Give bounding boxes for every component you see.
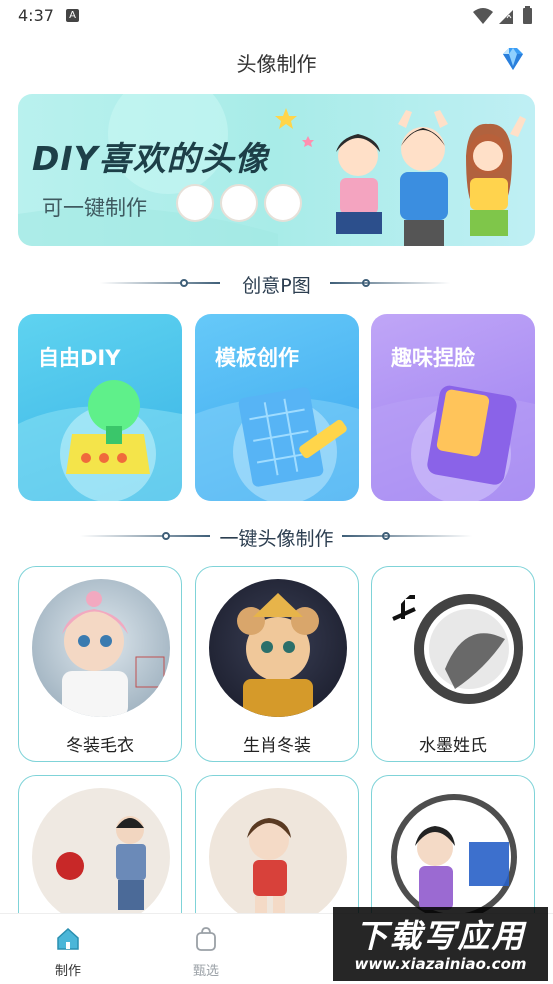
section-header-creative: 创意P图 — [0, 269, 553, 297]
bag-icon — [196, 927, 216, 951]
nav-item-select[interactable]: 甄选 — [166, 926, 246, 979]
template-card[interactable]: 生肖冬装 — [195, 566, 359, 762]
status-bar: 4:37 A — [0, 0, 553, 32]
template-image-4 — [32, 788, 170, 926]
nav-label-make: 制作 — [54, 964, 81, 979]
sample-avatar-1 — [176, 184, 214, 222]
page-title: 头像制作 — [236, 52, 317, 76]
banner-title: DIY喜欢的头像 — [32, 139, 269, 178]
section-title-creative: 创意P图 — [242, 275, 311, 297]
home-icon — [57, 927, 79, 950]
title-bar: 头像制作 — [0, 40, 553, 84]
promo-banner[interactable]: DIY喜欢的头像 可一键制作 — [18, 94, 535, 246]
watermark-url: www.xiazainiao.com — [354, 955, 527, 973]
notification-icon: A — [66, 9, 79, 22]
feature-label: 自由DIY — [38, 346, 121, 370]
feature-card-template[interactable]: 模板创作 — [195, 314, 359, 501]
template-card[interactable]: 水墨姓氏 — [371, 566, 535, 762]
template-image-sweater — [32, 579, 170, 717]
sample-avatar-2 — [220, 184, 258, 222]
kids-illustration — [336, 110, 526, 246]
template-label: 水墨姓氏 — [419, 736, 487, 756]
feature-card-face[interactable]: 趣味捏脸 — [371, 314, 535, 501]
diamond-icon[interactable] — [497, 44, 529, 76]
template-image-zodiac — [209, 579, 347, 717]
nav-label-select: 甄选 — [192, 964, 219, 979]
nav-item-make[interactable]: 制作 — [28, 926, 108, 979]
template-card[interactable]: 冬装毛衣 — [18, 566, 182, 762]
feature-card-free-diy[interactable]: 自由DIY — [18, 314, 182, 501]
template-image-6 — [385, 788, 523, 926]
feature-label: 趣味捏脸 — [391, 346, 475, 370]
template-label: 冬装毛衣 — [66, 736, 134, 756]
template-image-ink — [385, 579, 523, 717]
status-time: 4:37 — [18, 6, 54, 25]
template-image-5 — [209, 788, 347, 926]
signal-battery-icons — [473, 6, 532, 24]
feature-label: 模板创作 — [215, 346, 299, 370]
sample-avatar-3 — [264, 184, 302, 222]
banner-subtitle: 可一键制作 — [42, 196, 147, 220]
watermark-main: 下载写应用 — [355, 917, 526, 955]
section-header-one-click: 一键头像制作 — [0, 522, 553, 550]
section-title-one-click: 一键头像制作 — [219, 528, 334, 550]
watermark: 下载写应用 www.xiazainiao.com — [333, 907, 548, 981]
template-label: 生肖冬装 — [243, 736, 311, 756]
